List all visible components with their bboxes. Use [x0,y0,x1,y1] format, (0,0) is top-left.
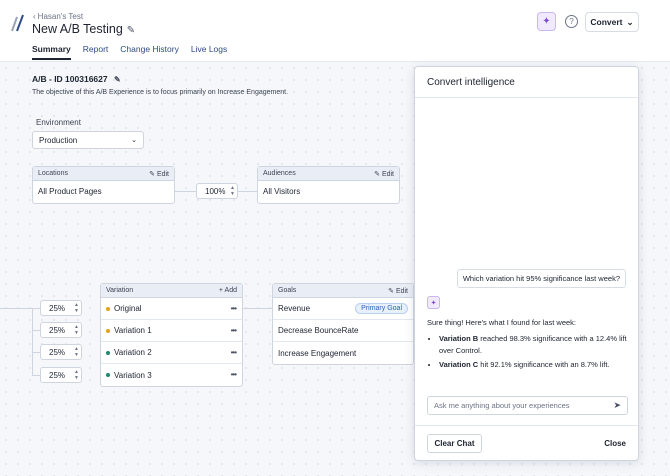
audiences-value: All Visitors [263,187,301,196]
app-header: ‹ Hasan's Test New A/B Testing ✎ Summary R… [0,0,670,62]
list-item: Variation C hit 92.1% significance with … [439,359,629,371]
connector-line [175,191,196,192]
goal-row[interactable]: Increase Engagement [273,342,413,364]
ai-sparkle-button[interactable]: ✦ [537,12,556,31]
goal-row[interactable]: Revenue Primary Goal [273,298,413,320]
stepper-arrows-icon[interactable]: ▲ ▼ [74,346,79,358]
stepper-arrows-icon[interactable]: ▲ ▼ [74,302,79,314]
chevron-left-icon: ‹ [33,12,36,21]
more-options-icon[interactable]: ••• [231,326,237,335]
user-message: Which variation hit 95% significance las… [456,269,626,288]
more-options-icon[interactable]: ••• [231,304,237,313]
sparkle-icon: ✦ [427,296,440,309]
edit-button[interactable]: ✎ Edit [149,170,169,178]
goals-card: Goals ✎ Edit Revenue Primary Goal Decrease… [272,283,414,365]
audiences-card: Audiences ✎ Edit All Visitors [257,166,400,204]
connector-line [32,352,40,353]
add-variation-button[interactable]: + Add [219,287,237,294]
status-dot [106,373,110,377]
primary-goal-badge: Primary Goal [355,303,408,314]
edit-button[interactable]: ✎ Edit [388,287,408,295]
tab-bar: Summary Report Change History Live Logs [32,44,227,60]
convert-dropdown-button[interactable]: Convert ⌄ [585,12,639,32]
sparkle-icon: ✦ [542,16,551,27]
environment-select[interactable]: Production ⌄ [32,131,144,149]
connector-line [0,308,40,309]
status-dot [106,350,110,355]
edit-pencil-icon[interactable]: ✎ [114,75,121,84]
card-header: Locations ✎ Edit [33,167,174,181]
close-button[interactable]: Close [604,439,626,448]
tab-report[interactable]: Report [83,44,109,60]
ai-response-intro: Sure thing! Here's what I found for last… [427,318,577,327]
convert-logo-icon[interactable] [10,14,26,32]
status-dot [106,306,110,311]
tab-live-logs[interactable]: Live Logs [191,44,227,60]
connector-line [32,330,40,331]
card-header: Audiences ✎ Edit [258,167,399,181]
connector-line [32,375,40,376]
variation-percent-stepper[interactable]: 25% ▲ ▼ [40,322,82,338]
tab-change-history[interactable]: Change History [120,44,179,60]
goal-row[interactable]: Decrease BounceRate [273,320,413,342]
variation-row[interactable]: Variation 3 ••• [101,364,242,386]
list-item: Variation B reached 98.3% significance w… [439,333,629,357]
edit-pencil-icon[interactable]: ✎ [127,25,135,36]
variation-row[interactable]: Variation 2 ••• [101,342,242,364]
chat-input[interactable]: Ask me anything about your experiences ➤ [427,396,628,415]
variation-percent-stepper[interactable]: 25% ▲ ▼ [40,344,82,360]
variation-card: Variation + Add Original ••• Variation 1 ••… [100,283,243,387]
tab-summary[interactable]: Summary [32,44,71,60]
stepper-arrows-icon[interactable]: ▲ ▼ [74,324,79,336]
chevron-down-icon: ⌄ [131,137,137,144]
variation-row[interactable]: Variation 1 ••• [101,320,242,342]
divider [415,425,638,426]
breadcrumb[interactable]: ‹ Hasan's Test [33,12,83,21]
panel-title: Convert intelligence [427,77,515,88]
ai-response-list: Variation B reached 98.3% significance w… [439,333,629,373]
connector-line [243,308,272,309]
chevron-down-icon: ⌄ [626,16,634,27]
edit-button[interactable]: ✎ Edit [374,170,394,178]
locations-value: All Product Pages [38,187,102,196]
more-options-icon[interactable]: ••• [231,348,237,357]
variation-percent-stepper[interactable]: 25% ▲ ▼ [40,300,82,316]
clear-chat-button[interactable]: Clear Chat [427,434,482,453]
connector-line [238,191,257,192]
traffic-percent-stepper[interactable]: 100% ▲ ▼ [196,183,238,199]
connector-line [32,308,33,376]
help-icon[interactable]: ? [565,15,578,28]
page-title: New A/B Testing ✎ [32,22,136,36]
environment-label: Environment [36,118,81,127]
card-header: Goals ✎ Edit [273,284,413,298]
experience-id: A/B - ID 100316627 ✎ [32,74,121,84]
status-dot [106,328,110,333]
stepper-arrows-icon[interactable]: ▲ ▼ [230,185,235,197]
stepper-arrows-icon[interactable]: ▲ ▼ [74,369,79,381]
objective-text: The objective of this A/B Experience is … [32,89,289,96]
more-options-icon[interactable]: ••• [231,370,237,379]
locations-card: Locations ✎ Edit All Product Pages [32,166,175,204]
variation-percent-stepper[interactable]: 25% ▲ ▼ [40,367,82,383]
divider [415,97,638,98]
variation-row[interactable]: Original ••• [101,298,242,320]
send-icon[interactable]: ➤ [613,400,621,411]
card-header: Variation + Add [101,284,242,298]
convert-intelligence-panel: Convert intelligence Which variation hit… [414,66,639,461]
